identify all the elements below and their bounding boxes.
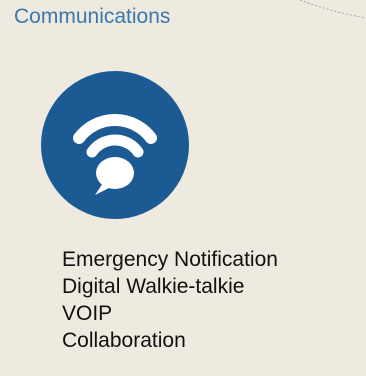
list-item: Emergency Notification	[62, 248, 278, 271]
list-item: Digital Walkie-talkie	[62, 275, 245, 298]
section-title: Communications	[14, 5, 171, 28]
wifi-chat-bubble-icon	[41, 71, 189, 219]
list-item: VOIP	[62, 302, 113, 325]
communication-feature-list: Emergency Notification Digital Walkie-ta…	[62, 246, 278, 354]
list-item: Collaboration	[62, 329, 186, 352]
